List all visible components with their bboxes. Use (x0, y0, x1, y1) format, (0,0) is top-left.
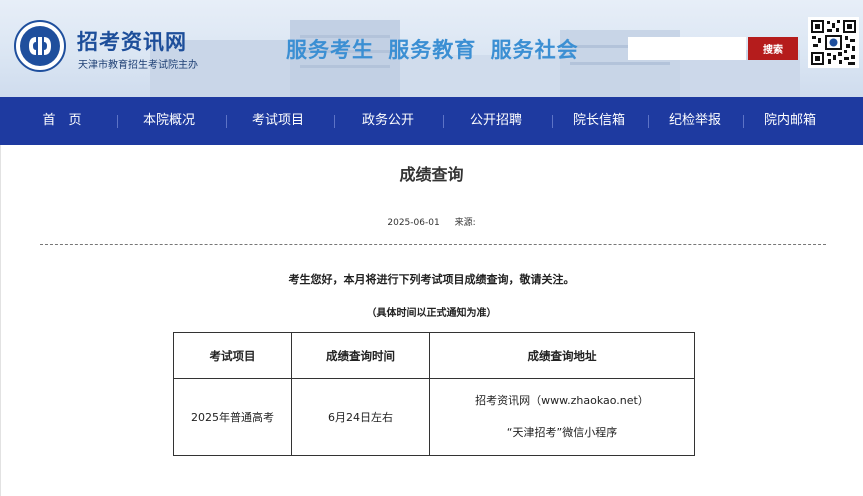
main-nav: 首 页 本院概况 考试项目 政务公开 公开招聘 院长信箱 纪检举报 院内邮箱 (0, 97, 863, 145)
nav-item-public-affairs[interactable]: 政务公开 (356, 97, 420, 145)
nav-item-discipline-report[interactable]: 纪检举报 (663, 97, 727, 145)
column-header-address: 成绩查询地址 (429, 332, 695, 379)
site-header: TAEA 招考资讯网 天津市教育招生考试院主办 服务考生 服务教育 服务社会 搜… (0, 0, 863, 97)
cell-time: 6月24日左右 (291, 378, 430, 456)
note-text: （具体时间以正式通知为准） (366, 308, 497, 319)
header-background-window (300, 65, 390, 68)
nav-separator (117, 115, 118, 128)
site-logo[interactable]: TAEA (14, 20, 66, 72)
qr-code-icon (808, 17, 859, 68)
nav-item-recruitment[interactable]: 公开招聘 (464, 97, 528, 145)
header-background-window (570, 62, 670, 65)
table-header-row: 考试项目 成绩查询时间 成绩查询地址 (173, 332, 695, 379)
search-button[interactable]: 搜索 (748, 37, 798, 60)
nav-item-home[interactable]: 首 页 (32, 97, 92, 145)
nav-separator (648, 115, 649, 128)
cell-address: 招考资讯网（www.zhaokao.net） “天津招考”微信小程序 (429, 378, 695, 456)
header-slogan: 服务考生 服务教育 服务社会 (286, 37, 579, 62)
nav-item-about[interactable]: 本院概况 (137, 97, 201, 145)
intro-text: 考生您好，本月将进行下列考试项目成绩查询，敬请关注。 (288, 273, 575, 286)
column-header-time: 成绩查询时间 (291, 332, 430, 379)
page-title: 成绩查询 (399, 165, 464, 184)
nav-separator (743, 115, 744, 128)
nav-separator (226, 115, 227, 128)
site-subtitle: 天津市教育招生考试院主办 (78, 60, 198, 71)
logo-text: TAEA (31, 58, 49, 65)
score-query-table: 考试项目 成绩查询时间 成绩查询地址 2025年普通高考 6月24日左右 招考资… (173, 332, 695, 456)
nav-separator (334, 115, 335, 128)
search-input[interactable] (628, 37, 746, 60)
address-mini-program: “天津招考”微信小程序 (506, 426, 618, 439)
article-source-label: 来源: (454, 218, 476, 228)
content-left-border (0, 145, 1, 496)
nav-item-president-mailbox[interactable]: 院长信箱 (567, 97, 631, 145)
nav-separator (552, 115, 553, 128)
address-website-link[interactable]: 招考资讯网（www.zhaokao.net） (430, 392, 694, 410)
table-row: 2025年普通高考 6月24日左右 招考资讯网（www.zhaokao.net）… (173, 378, 695, 456)
cell-exam: 2025年普通高考 (173, 378, 292, 456)
divider (40, 244, 826, 245)
site-name[interactable]: 招考资讯网 (77, 26, 187, 56)
nav-separator (443, 115, 444, 128)
column-header-exam: 考试项目 (173, 332, 292, 379)
nav-item-internal-mail[interactable]: 院内邮箱 (758, 97, 822, 145)
article-meta: 2025-06-01 来源: (0, 215, 863, 228)
nav-item-exams[interactable]: 考试项目 (246, 97, 310, 145)
article-date: 2025-06-01 (387, 218, 440, 228)
